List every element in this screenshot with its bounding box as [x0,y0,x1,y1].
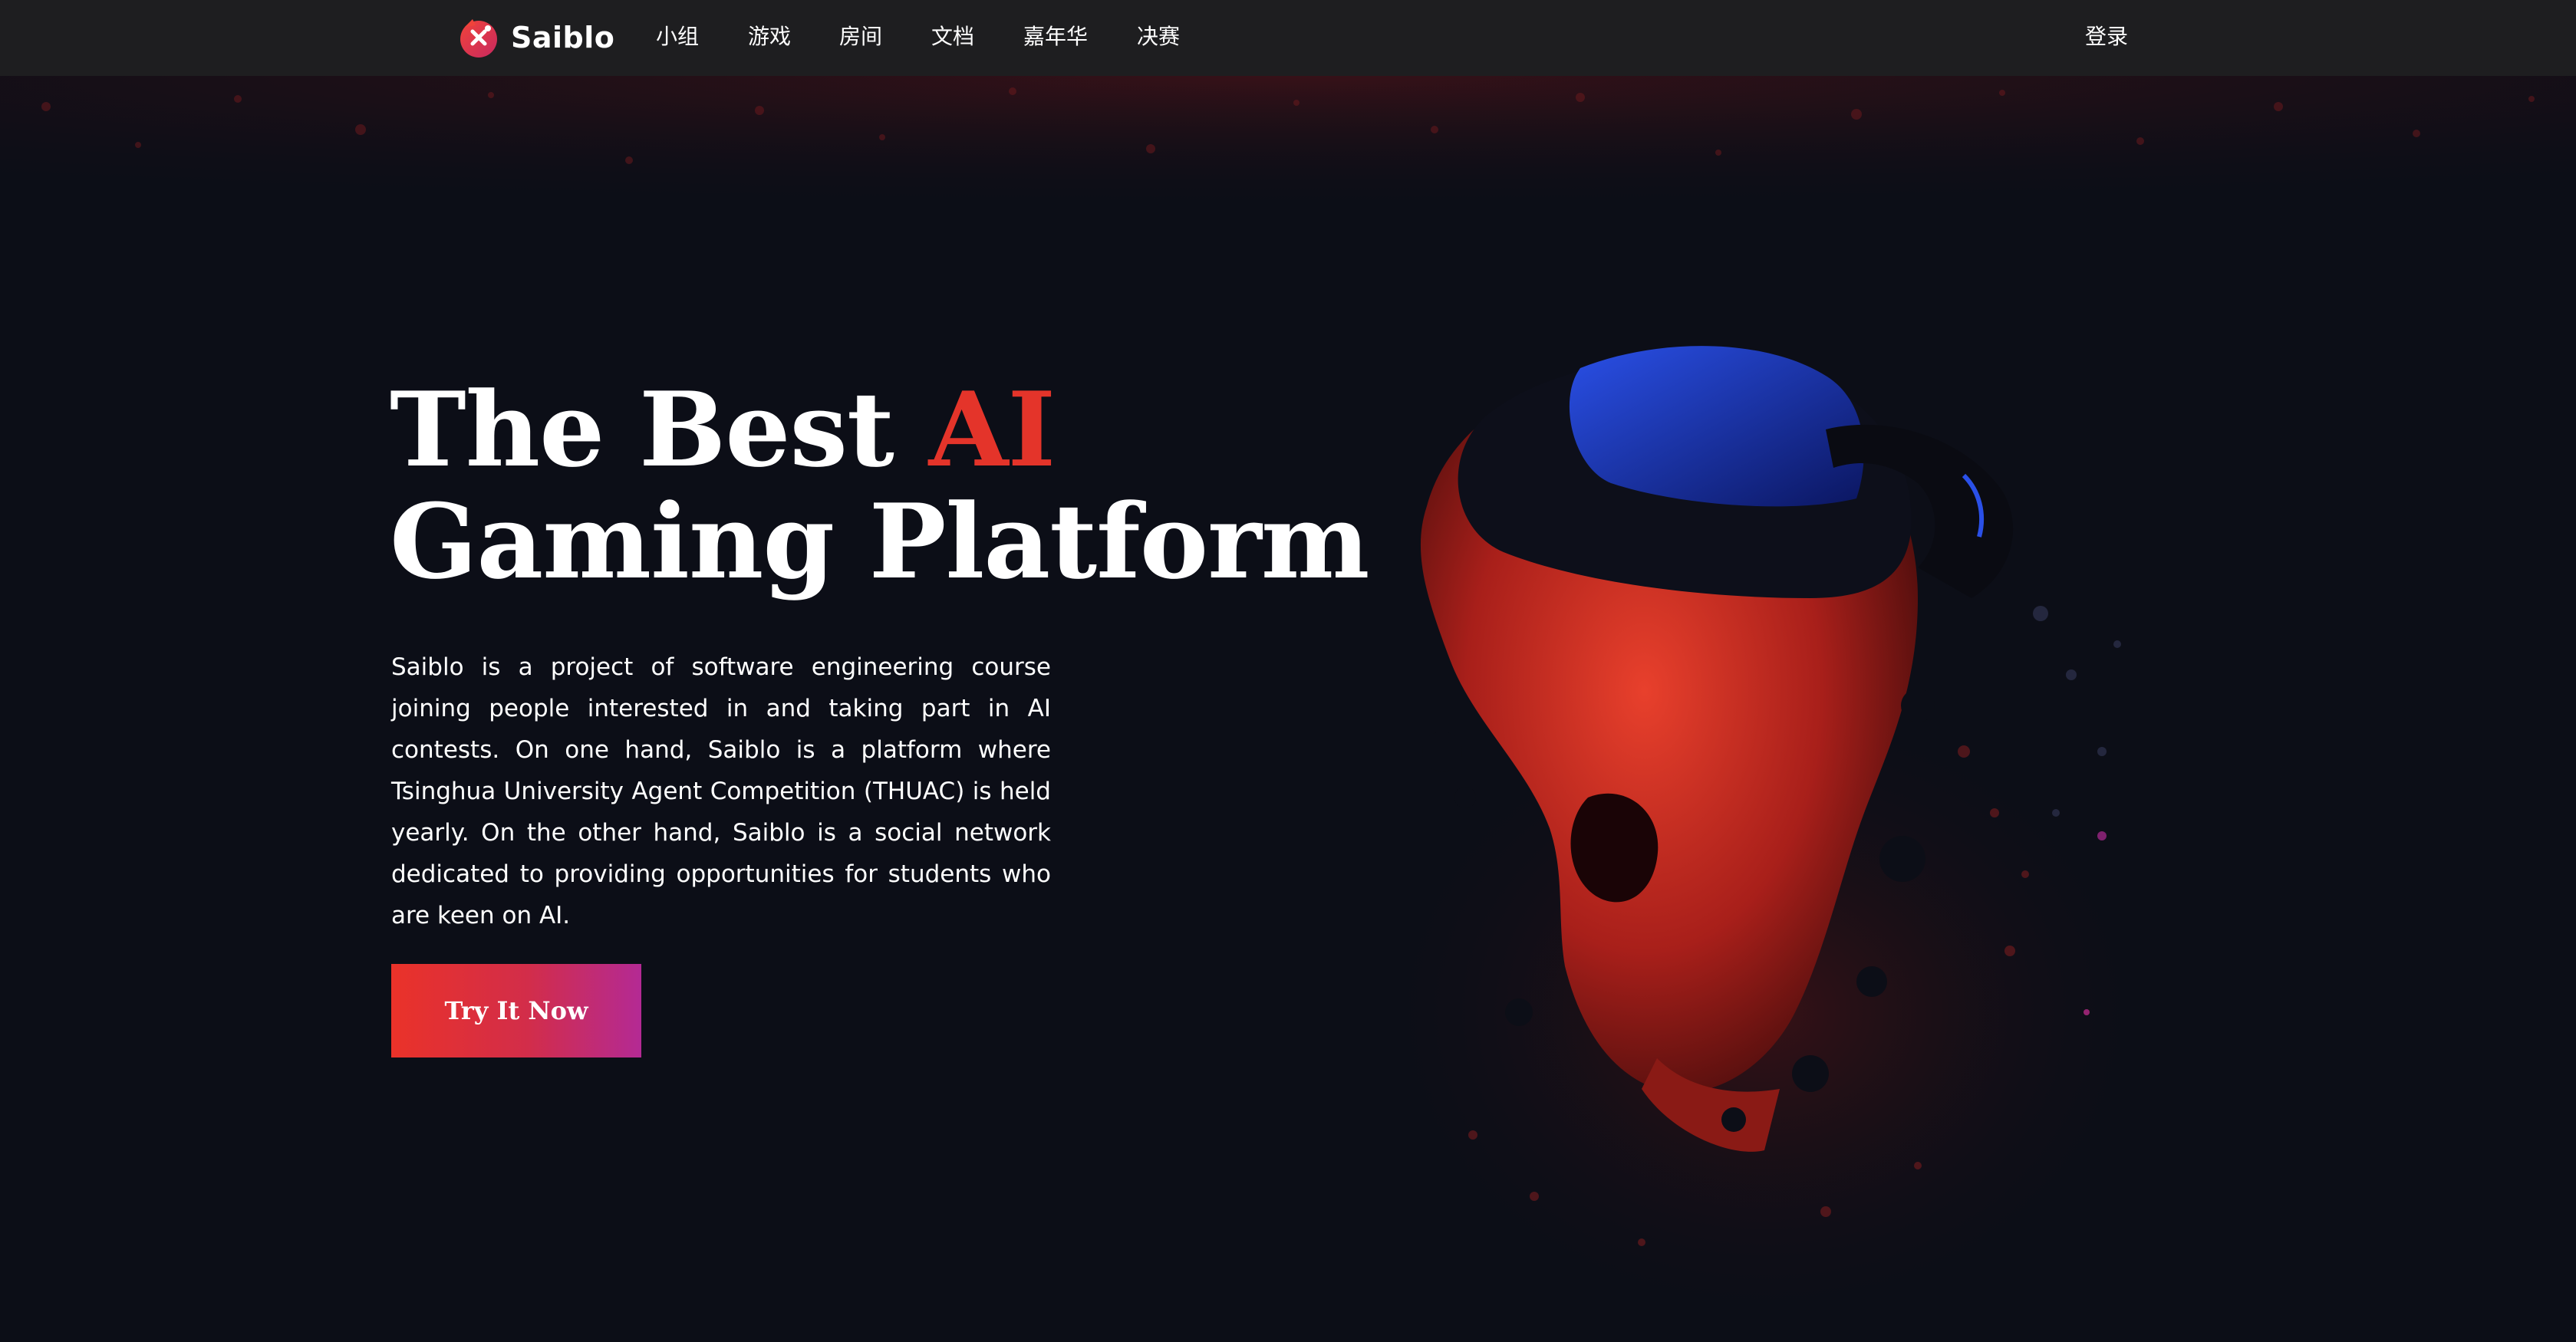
nav-item-groups[interactable]: 小组 [656,20,699,54]
hero-description: Saiblo is a project of software engineer… [391,653,1051,929]
top-navbar: Saiblo 小组 游戏 房间 文档 嘉年华 决赛 登录 [0,0,2576,76]
nav-item-games[interactable]: 游戏 [748,20,791,54]
nav-item-carnival[interactable]: 嘉年华 [1023,20,1088,54]
brand-home-link[interactable]: Saiblo [457,11,614,64]
background-speckle [0,76,2576,229]
login-link[interactable]: 登录 [2085,20,2128,54]
hero-title: The Best AI Gaming Platform [390,373,1370,597]
nav-item-docs[interactable]: 文档 [931,20,974,54]
nav-item-finals[interactable]: 决赛 [1137,20,1180,54]
hero-title-part1: The Best [390,369,929,490]
vr-headset-person-icon [1365,346,2163,1334]
brand-name: Saiblo [511,21,615,54]
try-it-now-button[interactable]: Try It Now [391,964,641,1057]
saiblo-logo-icon [460,19,497,58]
nav-item-rooms[interactable]: 房间 [839,20,882,54]
hero-title-accent: AI [928,369,1056,490]
hero-title-line2: Gaming Platform [390,481,1370,602]
page: Saiblo 小组 游戏 房间 文档 嘉年华 决赛 登录 The Best AI… [0,0,2576,1342]
